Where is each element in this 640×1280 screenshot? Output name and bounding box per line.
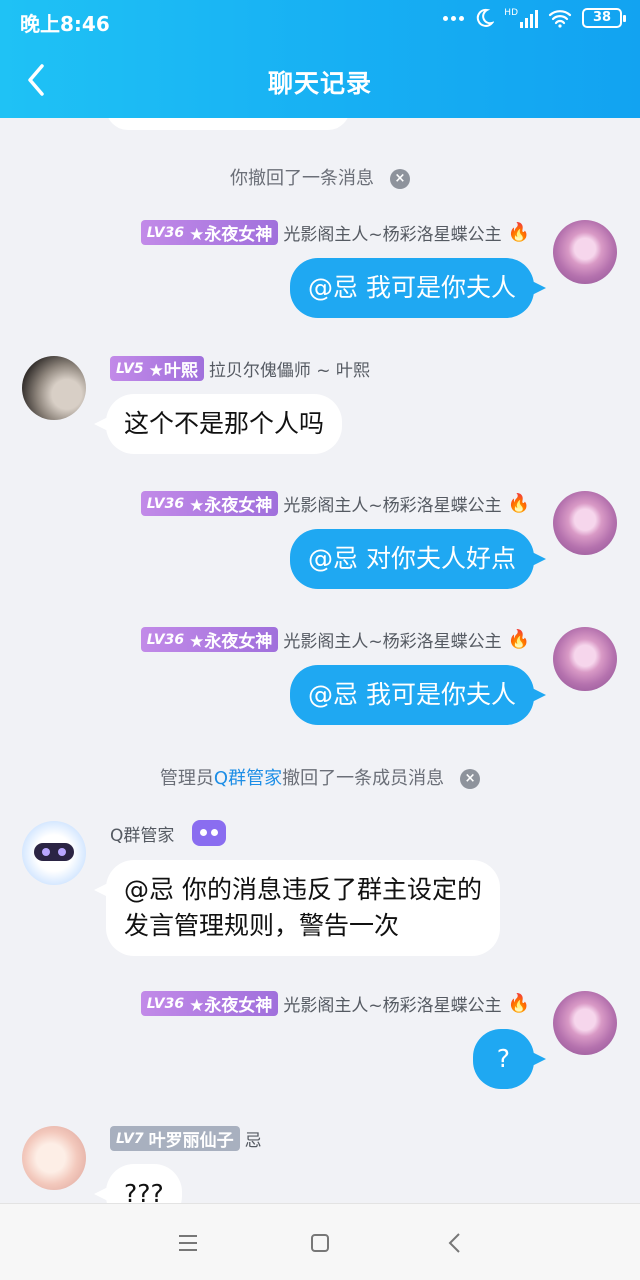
- signal-icon: HD: [504, 8, 538, 28]
- sender-meta: Q群管家: [110, 820, 227, 846]
- sender-name: 光影阁主人~杨彩洛星蝶公主: [283, 225, 502, 245]
- sender-name: 光影阁主人~杨彩洛星蝶公主: [283, 996, 502, 1016]
- message-bubble[interactable]: @忌 对你夫人好点: [290, 529, 546, 589]
- avatar[interactable]: [22, 356, 86, 420]
- avatar[interactable]: [553, 220, 617, 284]
- recall-notice: 你撤回了一条消息 ×: [0, 164, 640, 190]
- message-bubble[interactable]: @忌 我可是你夫人: [290, 258, 546, 318]
- admin-recall-notice: 管理员Q群管家撤回了一条成员消息 ×: [0, 764, 640, 790]
- notice-suffix: 撤回了一条成员消息: [282, 768, 445, 789]
- level-badge: LV36 ★永夜女神: [140, 627, 279, 652]
- bot-avatar[interactable]: [22, 821, 86, 885]
- level-badge: LV5 ★叶熙: [110, 356, 204, 381]
- level-badge: LV36 ★永夜女神: [140, 491, 279, 516]
- message-bubble[interactable]: ?: [472, 1029, 547, 1089]
- sender-meta: LV7 叶罗丽仙子 忌: [110, 1126, 262, 1151]
- flame-icon: 🔥: [507, 993, 530, 1014]
- avatar[interactable]: [22, 1126, 86, 1190]
- avatar[interactable]: [553, 627, 617, 691]
- moon-icon: [477, 8, 495, 27]
- sender-meta: LV36 ★永夜女神 光影阁主人~杨彩洛星蝶公主 🔥: [140, 627, 530, 652]
- level-badge: LV7 叶罗丽仙子: [110, 1126, 240, 1151]
- level-badge: LV36 ★永夜女神: [140, 991, 279, 1016]
- page-title: 聊天记录: [267, 69, 372, 98]
- message-bubble[interactable]: @忌 我可是你夫人: [290, 665, 546, 725]
- status-icons: HD 38: [443, 8, 626, 28]
- flame-icon: 🔥: [507, 222, 530, 243]
- message-bubble[interactable]: ???: [94, 1164, 182, 1203]
- previous-bubble-edge: [106, 118, 350, 130]
- message-bubble[interactable]: @忌 你的消息违反了群主设定的 发言管理规则，警告一次: [94, 860, 500, 956]
- notice-prefix: 管理员: [159, 768, 214, 789]
- message-line: 发言管理规则，警告一次: [124, 911, 400, 940]
- flame-icon: 🔥: [507, 629, 530, 650]
- message-line: @忌 你的消息违反了群主设定的: [124, 875, 482, 904]
- chat-history[interactable]: 你撤回了一条消息 × LV36 ★永夜女神 光影阁主人~杨彩洛星蝶公主 🔥 @忌 我…: [0, 118, 640, 1203]
- status-time: 晚上8:46: [20, 12, 110, 36]
- flame-icon: 🔥: [507, 493, 530, 514]
- sender-name: 忌: [244, 1131, 262, 1151]
- recall-notice-text: 你撤回了一条消息: [230, 168, 374, 189]
- admin-link[interactable]: Q群管家: [214, 768, 282, 789]
- back-icon[interactable]: [440, 1228, 470, 1258]
- menu-icon[interactable]: [173, 1228, 203, 1258]
- sender-meta: LV5 ★叶熙 拉贝尔傀儡师 ~ 叶熙: [110, 356, 370, 381]
- wifi-icon: [548, 10, 572, 28]
- sender-name: 拉贝尔傀儡师 ~ 叶熙: [208, 361, 370, 381]
- sender-name: Q群管家: [110, 825, 175, 846]
- system-nav-bar: [0, 1203, 640, 1280]
- robot-icon: [192, 820, 227, 846]
- home-icon[interactable]: [305, 1228, 335, 1258]
- sender-meta: LV36 ★永夜女神 光影阁主人~杨彩洛星蝶公主 🔥: [140, 491, 530, 516]
- sender-meta: LV36 ★永夜女神 光影阁主人~杨彩洛星蝶公主 🔥: [140, 991, 530, 1016]
- close-icon[interactable]: ×: [460, 769, 481, 789]
- level-badge: LV36 ★永夜女神: [140, 220, 279, 245]
- avatar[interactable]: [553, 991, 617, 1055]
- battery-icon: 38: [582, 8, 626, 28]
- sender-name: 光影阁主人~杨彩洛星蝶公主: [283, 632, 502, 652]
- more-dots-icon: [443, 15, 465, 21]
- close-icon[interactable]: ×: [390, 169, 410, 189]
- avatar[interactable]: [553, 491, 617, 555]
- sender-meta: LV36 ★永夜女神 光影阁主人~杨彩洛星蝶公主 🔥: [140, 220, 530, 245]
- message-bubble[interactable]: 这个不是那个人吗: [93, 394, 343, 454]
- sender-name: 光影阁主人~杨彩洛星蝶公主: [283, 496, 502, 516]
- top-bar: 晚上8:46 HD 38 聊天记录: [0, 0, 640, 118]
